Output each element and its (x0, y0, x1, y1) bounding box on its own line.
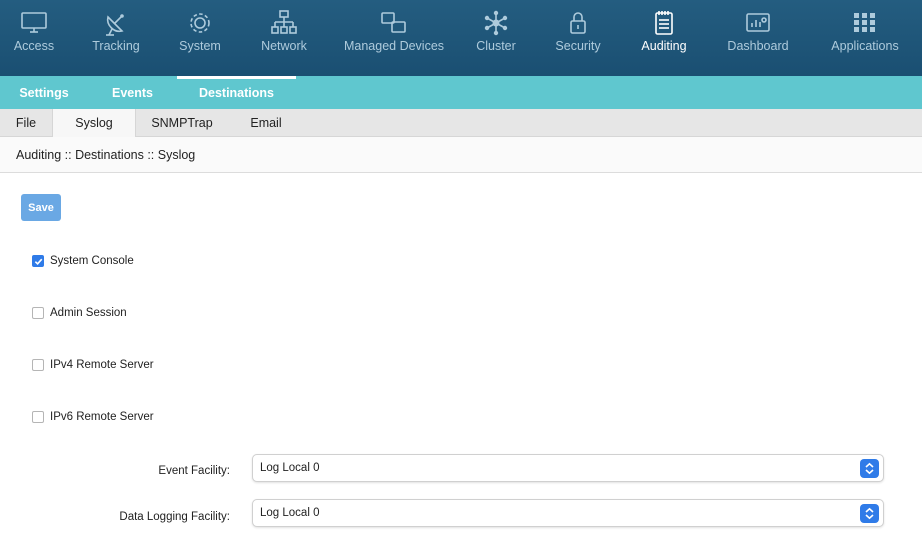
cluster-icon (482, 9, 510, 37)
nav-label: Cluster (476, 39, 516, 53)
checkbox-label: Admin Session (50, 307, 127, 319)
event-facility-value: Log Local 0 (260, 462, 320, 474)
subnav-settings[interactable]: Settings (0, 76, 88, 109)
tab-syslog[interactable]: Syslog (52, 109, 136, 137)
breadcrumb: Auditing :: Destinations :: Syslog (0, 137, 922, 173)
checkbox-label: IPv6 Remote Server (50, 411, 154, 423)
main-nav: Access Tracking System Network Managed D… (0, 0, 922, 76)
tab-email[interactable]: Email (228, 109, 304, 137)
monitor-icon (20, 9, 48, 37)
nav-label: Dashboard (727, 39, 789, 53)
data-logging-facility-select[interactable]: Log Local 0 (252, 499, 884, 527)
grid-icon (851, 9, 879, 37)
subnav-destinations[interactable]: Destinations (177, 76, 296, 109)
nav-label: Auditing (641, 39, 687, 53)
nav-managed-devices[interactable]: Managed Devices (332, 0, 456, 76)
select-stepper-icon (860, 504, 879, 523)
nav-label: Tracking (92, 39, 140, 53)
nav-label: Managed Devices (343, 39, 445, 53)
data-logging-facility-label: Data Logging Facility: (119, 511, 230, 523)
nav-access[interactable]: Access (0, 0, 68, 76)
nav-network[interactable]: Network (236, 0, 332, 76)
nav-label: Network (261, 39, 307, 53)
data-logging-facility-value: Log Local 0 (260, 507, 320, 519)
nav-cluster[interactable]: Cluster (456, 0, 536, 76)
destination-tabs: File Syslog SNMPTrap Email (0, 109, 922, 137)
checkbox[interactable] (32, 307, 44, 319)
tab-file[interactable]: File (0, 109, 52, 137)
notepad-icon (650, 9, 678, 37)
nav-security[interactable]: Security (536, 0, 620, 76)
checkbox-label: IPv4 Remote Server (50, 359, 154, 371)
subnav-events[interactable]: Events (88, 76, 177, 109)
nav-label: Access (13, 39, 55, 53)
nav-auditing[interactable]: Auditing (620, 0, 708, 76)
checkbox[interactable] (32, 255, 44, 267)
nav-applications[interactable]: Applications (808, 0, 922, 76)
nav-tracking[interactable]: Tracking (68, 0, 164, 76)
managed-devices-icon (380, 9, 408, 37)
checkbox[interactable] (32, 411, 44, 423)
checkbox[interactable] (32, 359, 44, 371)
dashboard-icon (744, 9, 772, 37)
sub-nav: Settings Events Destinations (0, 76, 922, 109)
option-ipv4-remote-server[interactable]: IPv4 Remote Server (32, 359, 154, 371)
lock-icon (564, 9, 592, 37)
network-icon (270, 9, 298, 37)
event-facility-select[interactable]: Log Local 0 (252, 454, 884, 482)
checkmark-icon (34, 258, 42, 265)
nav-dashboard[interactable]: Dashboard (708, 0, 808, 76)
tab-snmptrap[interactable]: SNMPTrap (136, 109, 228, 137)
option-system-console[interactable]: System Console (32, 255, 134, 267)
option-ipv6-remote-server[interactable]: IPv6 Remote Server (32, 411, 154, 423)
nav-label: Security (555, 39, 601, 53)
event-facility-label: Event Facility: (158, 465, 230, 477)
checkbox-label: System Console (50, 255, 134, 267)
nav-system[interactable]: System (164, 0, 236, 76)
save-button[interactable]: Save (21, 194, 61, 221)
option-admin-session[interactable]: Admin Session (32, 307, 127, 319)
satellite-dish-icon (102, 9, 130, 37)
nav-label: System (179, 39, 221, 53)
select-stepper-icon (860, 459, 879, 478)
gear-icon (186, 9, 214, 37)
nav-label: Applications (831, 39, 899, 53)
